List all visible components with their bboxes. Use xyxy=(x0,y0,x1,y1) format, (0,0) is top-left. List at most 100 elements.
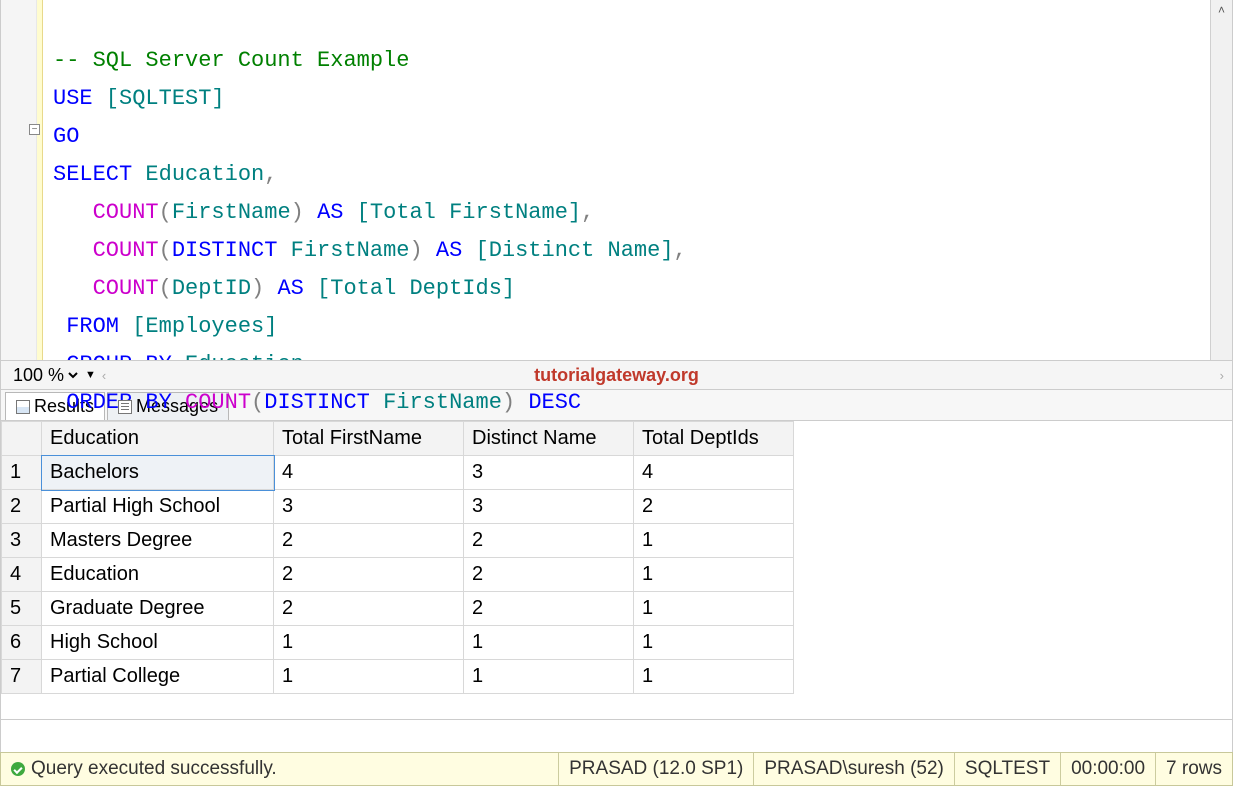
grid-icon xyxy=(16,400,30,414)
fn-count-ord: COUNT xyxy=(185,390,251,415)
paren: ) xyxy=(291,200,304,225)
status-rows: 7 rows xyxy=(1156,753,1232,785)
cell[interactable]: 2 xyxy=(634,490,794,524)
kw-go: GO xyxy=(53,124,79,149)
kw-as: AS xyxy=(277,276,303,301)
status-user: PRASAD\suresh (52) xyxy=(754,753,955,785)
cell[interactable]: Masters Degree xyxy=(42,524,274,558)
count1-args: FirstName xyxy=(172,200,291,225)
cell[interactable]: Education xyxy=(42,558,274,592)
cell[interactable]: 3 xyxy=(464,456,634,490)
messages-icon xyxy=(118,400,132,414)
use-arg: [SQLTEST] xyxy=(93,86,225,111)
status-db: SQLTEST xyxy=(955,753,1061,785)
editor-footer: 100 % ▼ ‹ tutorialgateway.org › xyxy=(0,360,1233,390)
status-message: Query executed successfully. xyxy=(31,758,277,780)
cell[interactable]: 3 xyxy=(274,490,464,524)
scroll-right-icon[interactable]: › xyxy=(1220,368,1224,383)
sql-comment: -- SQL Server Count Example xyxy=(53,48,409,73)
results-table: Education Total FirstName Distinct Name … xyxy=(1,421,794,694)
cell[interactable]: 4 xyxy=(274,456,464,490)
change-marker xyxy=(37,0,43,360)
cell[interactable]: 1 xyxy=(634,592,794,626)
alias2: [Distinct Name] xyxy=(462,238,673,263)
cell[interactable]: 1 xyxy=(634,524,794,558)
corner-cell xyxy=(2,422,42,456)
order-args: FirstName xyxy=(370,390,502,415)
table-row[interactable]: 4 Education 2 2 1 xyxy=(2,558,794,592)
cell[interactable]: 2 xyxy=(274,524,464,558)
scroll-left-icon[interactable]: ‹ xyxy=(102,368,106,383)
table-row[interactable]: 3 Masters Degree 2 2 1 xyxy=(2,524,794,558)
cell[interactable]: 1 xyxy=(464,660,634,694)
select-cols: Education xyxy=(132,162,264,187)
editor-gutter xyxy=(1,0,37,360)
kw-by2: BY xyxy=(145,390,171,415)
vertical-scrollbar[interactable]: ˄ xyxy=(1210,0,1232,360)
scroll-up-icon[interactable]: ˄ xyxy=(1211,0,1232,20)
table-row[interactable]: 7 Partial College 1 1 1 xyxy=(2,660,794,694)
comma: , xyxy=(674,238,687,263)
fn-count2: COUNT xyxy=(93,238,159,263)
table-row[interactable]: 1 Bachelors 4 3 4 xyxy=(2,456,794,490)
blank-strip xyxy=(0,720,1233,752)
paren: ) xyxy=(251,276,264,301)
cell[interactable]: Partial High School xyxy=(42,490,274,524)
collapse-icon[interactable]: − xyxy=(29,124,40,135)
code-text[interactable]: -- SQL Server Count Example USE [SQLTEST… xyxy=(53,4,1206,460)
alias1: [Total FirstName] xyxy=(343,200,581,225)
cell[interactable]: 2 xyxy=(464,524,634,558)
cell[interactable]: 2 xyxy=(464,558,634,592)
cell[interactable]: Partial College xyxy=(42,660,274,694)
cell-education[interactable]: Bachelors xyxy=(42,456,274,490)
cell[interactable]: 3 xyxy=(464,490,634,524)
status-bar: Query executed successfully. PRASAD (12.… xyxy=(0,752,1233,786)
row-number: 2 xyxy=(2,490,42,524)
paren: ( xyxy=(159,238,172,263)
sql-editor[interactable]: − -- SQL Server Count Example USE [SQLTE… xyxy=(0,0,1233,360)
cell[interactable]: 1 xyxy=(634,660,794,694)
results-body: 1 Bachelors 4 3 4 2 Partial High School … xyxy=(2,456,794,694)
row-number: 1 xyxy=(2,456,42,490)
kw-from: FROM xyxy=(66,314,119,339)
cell[interactable]: 1 xyxy=(464,626,634,660)
alias3: [Total DeptIds] xyxy=(304,276,515,301)
table-row[interactable]: 2 Partial High School 3 3 2 xyxy=(2,490,794,524)
cell[interactable]: 4 xyxy=(634,456,794,490)
paren: ( xyxy=(159,200,172,225)
kw-as: AS xyxy=(317,200,343,225)
status-message-cell: Query executed successfully. xyxy=(1,753,559,785)
cell[interactable]: 2 xyxy=(274,558,464,592)
cell[interactable]: 1 xyxy=(634,626,794,660)
cell[interactable]: 2 xyxy=(274,592,464,626)
paren: ) xyxy=(409,238,422,263)
row-number: 4 xyxy=(2,558,42,592)
row-number: 6 xyxy=(2,626,42,660)
paren: ( xyxy=(251,390,264,415)
zoom-select[interactable]: 100 % xyxy=(9,364,81,386)
cell[interactable]: 1 xyxy=(634,558,794,592)
kw-use: USE xyxy=(53,86,93,111)
row-number: 5 xyxy=(2,592,42,626)
comma: , xyxy=(264,162,277,187)
count3-args: DeptID xyxy=(172,276,251,301)
cell[interactable]: Graduate Degree xyxy=(42,592,274,626)
results-grid[interactable]: Education Total FirstName Distinct Name … xyxy=(0,420,1233,720)
row-number: 7 xyxy=(2,660,42,694)
count2-args: FirstName xyxy=(277,238,409,263)
comma: , xyxy=(581,200,594,225)
from-arg: [Employees] xyxy=(119,314,277,339)
kw-distinct2: DISTINCT xyxy=(264,390,370,415)
status-time: 00:00:00 xyxy=(1061,753,1156,785)
cell[interactable]: 1 xyxy=(274,626,464,660)
table-row[interactable]: 6 High School 1 1 1 xyxy=(2,626,794,660)
fn-count3: COUNT xyxy=(93,276,159,301)
paren: ) xyxy=(502,390,515,415)
cell[interactable]: 2 xyxy=(464,592,634,626)
cell[interactable]: 1 xyxy=(274,660,464,694)
table-row[interactable]: 5 Graduate Degree 2 2 1 xyxy=(2,592,794,626)
cell[interactable]: High School xyxy=(42,626,274,660)
fn-count1: COUNT xyxy=(93,200,159,225)
kw-desc: DESC xyxy=(528,390,581,415)
watermark-label: tutorialgateway.org xyxy=(534,365,699,386)
